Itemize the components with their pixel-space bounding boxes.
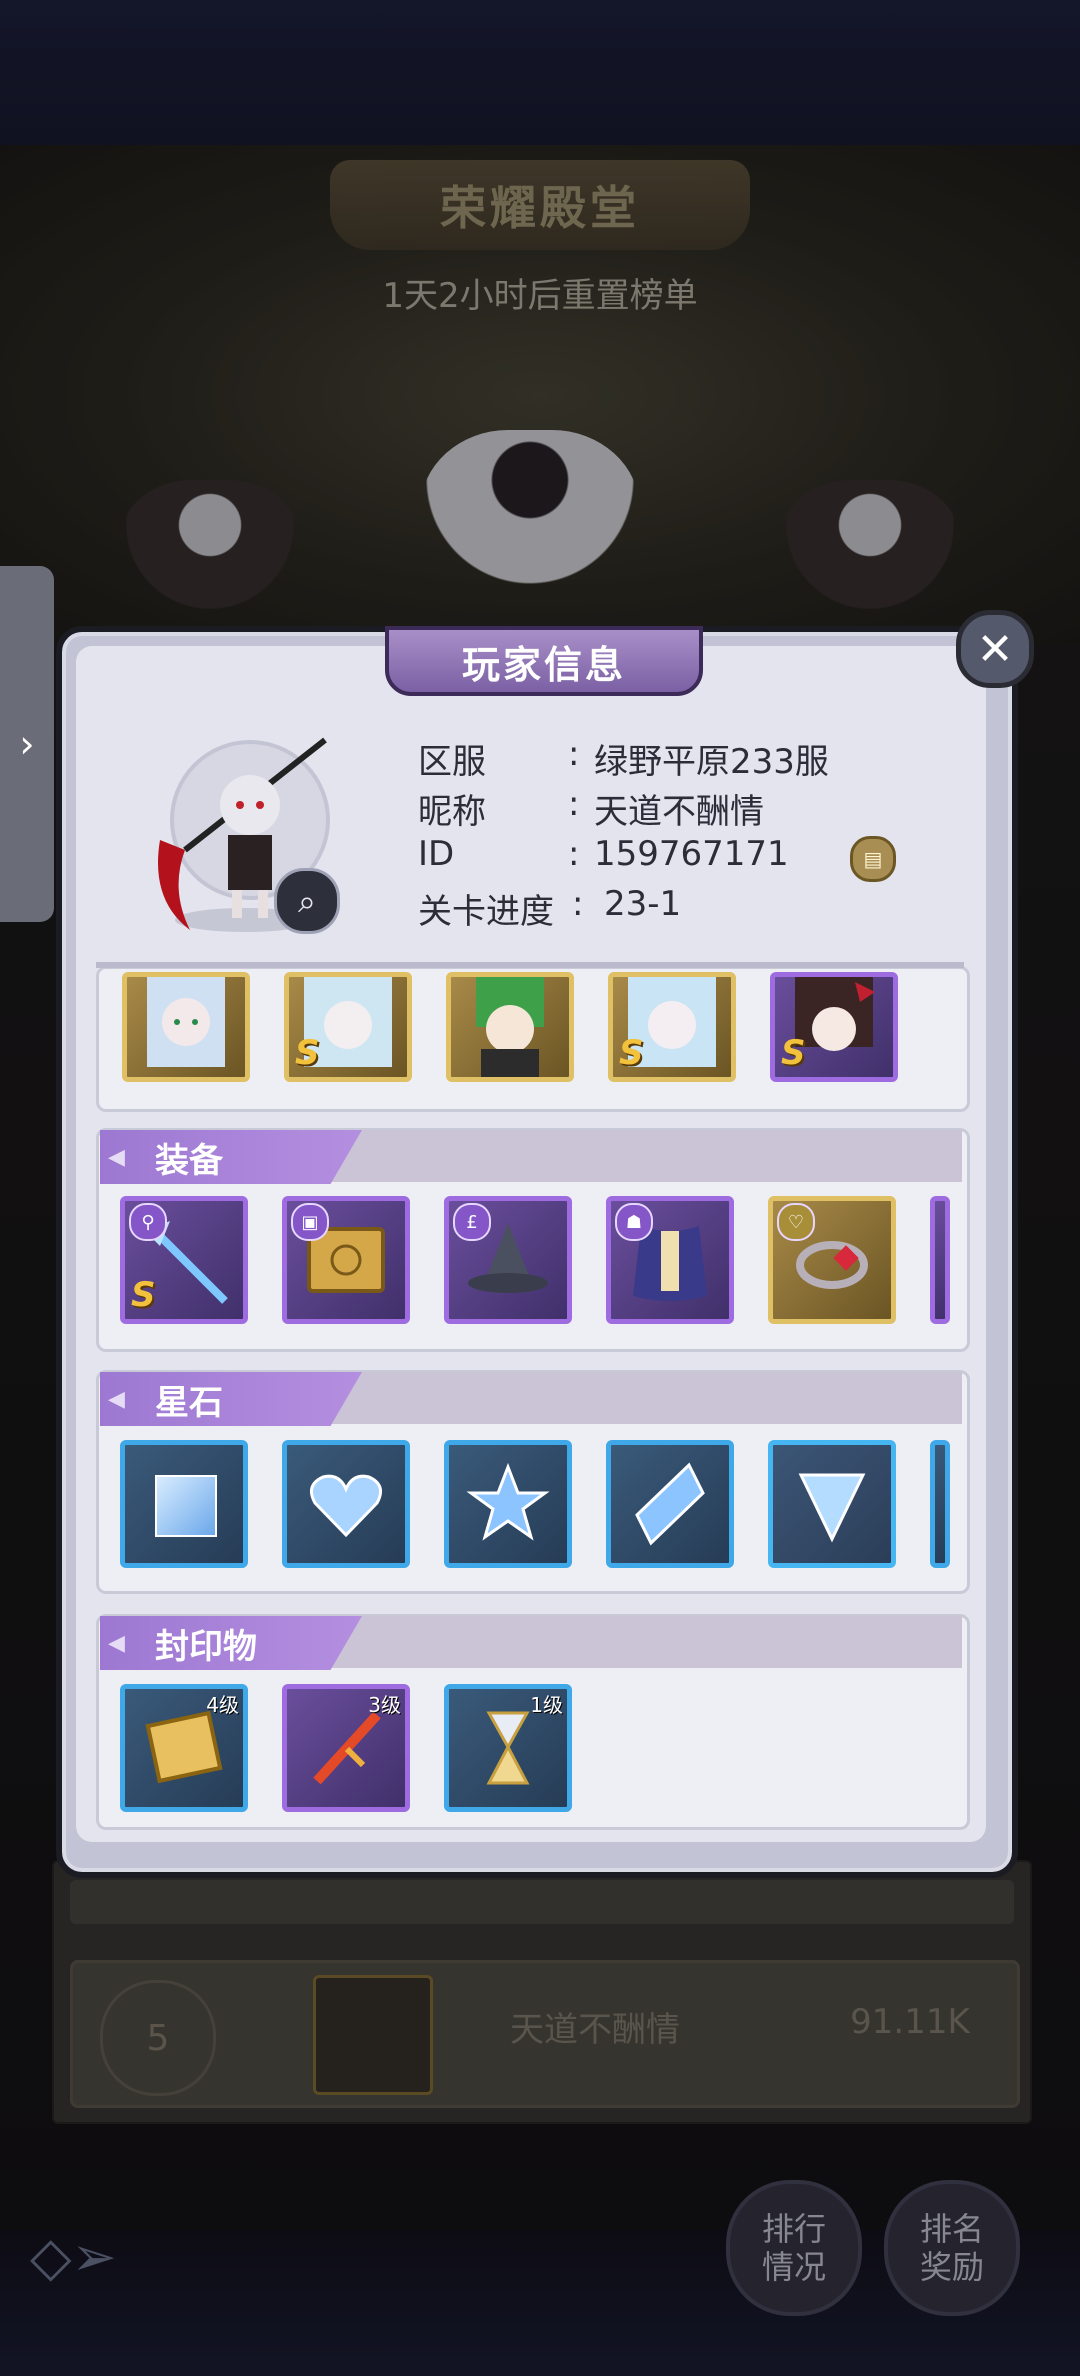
hero-slot[interactable]: S	[608, 972, 736, 1082]
side-drawer-tab[interactable]: ›	[0, 566, 54, 922]
modal-title: 玩家信息	[385, 626, 703, 696]
close-button[interactable]: ✕	[956, 610, 1034, 688]
star-stone-square[interactable]	[120, 1440, 248, 1568]
seal-item-dagger[interactable]: 3级	[282, 1684, 410, 1812]
square-gem-icon	[155, 1475, 217, 1537]
seal-item-tome[interactable]: 4级	[120, 1684, 248, 1812]
close-icon: ✕	[976, 623, 1014, 675]
ring-type-icon: ♡	[777, 1203, 815, 1241]
star-stone-diamond[interactable]	[606, 1440, 734, 1568]
rank-s-badge: S	[131, 1275, 156, 1315]
seal-level: 4级	[206, 1693, 239, 1717]
book-type-icon: ▣	[291, 1203, 329, 1241]
info-label-nickname: 昵称	[418, 792, 486, 832]
equipment-slot-weapon[interactable]: ⚲ S	[120, 1196, 248, 1324]
chevron-right-icon: ›	[19, 722, 35, 766]
equipment-slot-hat[interactable]: £	[444, 1196, 572, 1324]
copy-id-button[interactable]: ▤	[850, 836, 896, 882]
hero-slot[interactable]	[446, 972, 574, 1082]
rank-s-badge: S	[781, 1033, 806, 1073]
star-stone-triangle[interactable]	[768, 1440, 896, 1568]
hero-slot[interactable]: S	[770, 972, 898, 1082]
tag-arrow-icon: ◀	[108, 1386, 125, 1412]
hat-type-icon: £	[453, 1203, 491, 1241]
info-colon: :	[568, 784, 580, 824]
seal-level: 3级	[368, 1693, 401, 1717]
equipment-slot-cloak[interactable]: ☗	[606, 1196, 734, 1324]
seals-title: 封印物	[100, 1616, 362, 1670]
star-stone-heart[interactable]	[282, 1440, 410, 1568]
info-colon: :	[568, 734, 580, 774]
info-colon: :	[568, 834, 580, 874]
divider	[96, 962, 964, 968]
info-colon: :	[572, 884, 584, 924]
info-label-id: ID	[418, 834, 455, 874]
inspect-button[interactable]: ⌕	[274, 868, 340, 934]
equipment-slot-book[interactable]: ▣	[282, 1196, 410, 1324]
tag-arrow-icon: ◀	[108, 1630, 125, 1656]
star-stone-partial[interactable]	[930, 1440, 950, 1568]
rank-s-badge: S	[295, 1033, 320, 1073]
seal-item-hourglass[interactable]: 1级	[444, 1684, 572, 1812]
info-value-nickname: 天道不酬情	[594, 792, 764, 832]
info-value-progress: 23-1	[604, 884, 682, 924]
weapon-type-icon: ⚲	[129, 1203, 167, 1241]
cloak-type-icon: ☗	[615, 1203, 653, 1241]
hero-slot[interactable]	[122, 972, 250, 1082]
info-value-server: 绿野平原233服	[594, 742, 829, 782]
equipment-slot-partial[interactable]	[930, 1196, 950, 1324]
hero-slot[interactable]: S	[284, 972, 412, 1082]
tag-arrow-icon: ◀	[108, 1144, 125, 1170]
info-label-server: 区服	[418, 742, 486, 782]
copy-icon: ▤	[863, 847, 883, 871]
equipment-title: 装备	[100, 1130, 362, 1184]
star-stone-star[interactable]	[444, 1440, 572, 1568]
star-stones-title: 星石	[100, 1372, 362, 1426]
equipment-slot-ring[interactable]: ♡	[768, 1196, 896, 1324]
seal-level: 1级	[530, 1693, 563, 1717]
rank-s-badge: S	[619, 1033, 644, 1073]
magnifier-icon: ⌕	[298, 881, 316, 920]
